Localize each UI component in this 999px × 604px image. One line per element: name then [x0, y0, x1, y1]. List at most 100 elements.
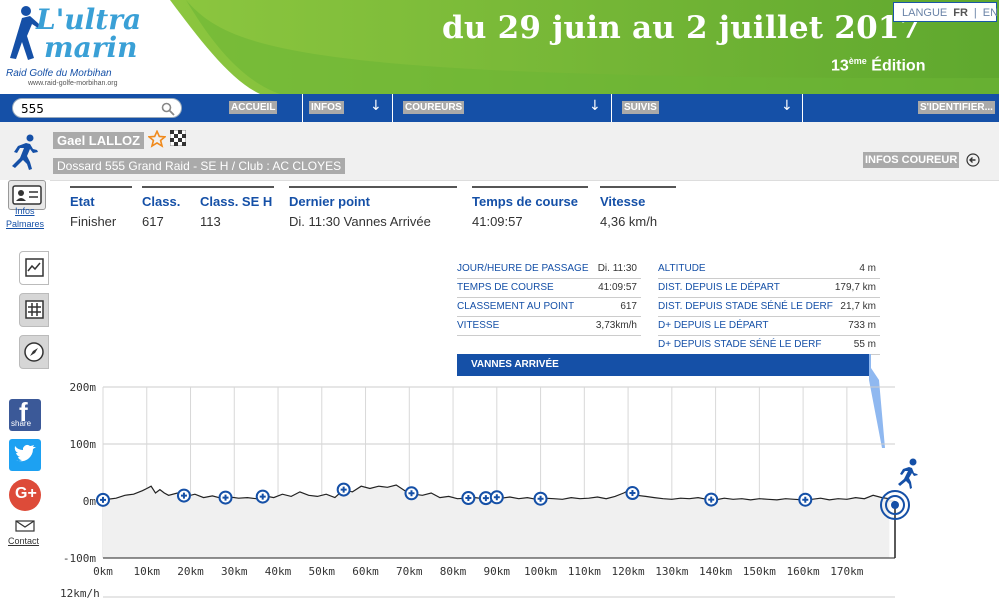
info-value: 733 m	[848, 320, 876, 331]
stat-rule	[70, 186, 132, 188]
checkpoint-plus-icon	[176, 488, 191, 503]
tab-profile[interactable]	[19, 251, 49, 285]
lang-fr-link[interactable]: FR	[953, 3, 968, 21]
stat-value: 41:09:57	[472, 214, 523, 229]
nav-divider	[802, 94, 803, 122]
y-tick-label: 200m	[70, 381, 97, 394]
sidebar-infos-link[interactable]: Infos	[15, 206, 35, 216]
infos-coureur-button[interactable]: INFOS COUREUR	[863, 152, 960, 168]
back-arrow-icon[interactable]	[966, 153, 980, 167]
stat-last-point: Dernier point Di. 11:30 Vannes Arrivée	[289, 186, 457, 229]
checkpoint-plus-icon	[404, 486, 419, 501]
stat-title: Class.	[142, 194, 181, 209]
stat-speed: Vitesse 4,36 km/h	[600, 186, 676, 229]
info-value: 21,7 km	[840, 301, 876, 312]
x-tick-label: 20km	[177, 565, 204, 578]
chevron-down-icon[interactable]: ↓	[370, 98, 382, 114]
info-value: 55 m	[853, 339, 876, 350]
runner-icon	[12, 134, 38, 170]
info-dist-previous: DIST. DEPUIS STADE SÉNÉ LE DERF 21,7 km	[658, 297, 880, 317]
language-switcher: LANGUE FR | EN	[893, 2, 998, 22]
favorite-star-icon[interactable]	[148, 130, 166, 148]
edition-label: 13ème Édition	[831, 56, 925, 75]
nav-divider	[611, 94, 612, 122]
x-tick-label: 150km	[743, 565, 776, 578]
main-nav: ACCUEIL INFOS ↓ COUREURS ↓ SUIVIS ↓ S'ID…	[0, 94, 999, 122]
grid-icon	[25, 300, 44, 319]
info-label: DIST. DEPUIS LE DÉPART	[658, 282, 780, 293]
info-label: CLASSEMENT AU POINT	[457, 301, 575, 312]
nav-infos[interactable]: INFOS	[309, 94, 344, 122]
chevron-down-icon[interactable]: ↓	[589, 98, 601, 114]
nav-coureurs[interactable]: COUREURS	[403, 94, 465, 122]
x-tick-label: 10km	[134, 565, 161, 578]
stat-rule	[472, 186, 588, 188]
stat-rule	[142, 186, 204, 188]
info-value: 3,73km/h	[595, 320, 637, 331]
sidebar-palmares-link[interactable]: Palmares	[6, 219, 44, 229]
chevron-down-icon[interactable]: ↓	[781, 98, 793, 114]
elevation-chart: 200m 100m 0m -100m 0km 10km 20km 30km 40km 50km 6…	[60, 381, 918, 600]
x-tick-label: 80km	[440, 565, 467, 578]
stat-value: Finisher	[70, 214, 117, 229]
nav-divider	[302, 94, 303, 122]
edition-number: 13	[831, 57, 849, 75]
info-rank-at-point: CLASSEMENT AU POINT 617	[457, 297, 641, 317]
logo-line2: marin	[44, 31, 138, 64]
info-label: VITESSE	[457, 320, 500, 331]
x-tick-label: 70km	[396, 565, 423, 578]
nav-accueil[interactable]: ACCUEIL	[229, 94, 278, 122]
finish-flag-icon	[170, 130, 186, 146]
nav-login[interactable]: S'IDENTIFIER...	[918, 94, 995, 122]
info-value: 617	[620, 301, 637, 312]
checkpoint-plus-icon	[255, 489, 270, 504]
nav-coureurs-label: COUREURS	[403, 101, 465, 114]
edition-word: Édition	[871, 57, 926, 75]
nav-divider	[392, 94, 393, 122]
stat-title: Dernier point	[289, 194, 370, 209]
info-label: D+ DEPUIS LE DÉPART	[658, 320, 769, 331]
current-point-banner: VANNES ARRIVÉE	[457, 354, 871, 376]
compass-icon	[24, 342, 44, 362]
info-dist-start: DIST. DEPUIS LE DÉPART 179,7 km	[658, 278, 880, 298]
stat-race-time: Temps de course 41:09:57	[472, 186, 588, 229]
event-banner: L'ultra marin Raid Golfe du Morbihan www…	[0, 0, 999, 94]
bib-search-box	[12, 98, 182, 118]
checkpoint-plus-icon	[96, 492, 110, 507]
search-icon[interactable]	[161, 102, 175, 116]
y-axis-labels: 200m 100m 0m -100m	[63, 381, 96, 565]
stat-value: 113	[200, 214, 221, 229]
y-tick-label: -100m	[63, 552, 96, 565]
stat-value: Di. 11:30 Vannes Arrivée	[289, 214, 431, 229]
stat-value: 617	[142, 214, 164, 229]
nav-suivis[interactable]: SUIVIS	[622, 94, 659, 122]
tab-grid[interactable]	[19, 293, 49, 327]
runner-name: Gael LALLOZ	[53, 132, 145, 149]
info-label: D+ DEPUIS STADE SÉNÉ LE DERF	[658, 339, 822, 350]
nav-login-label: S'IDENTIFIER...	[918, 101, 995, 114]
lang-en-link[interactable]: EN	[983, 3, 998, 21]
x-tick-label: 110km	[568, 565, 601, 578]
logo-line1: L'ultra	[36, 3, 142, 36]
checkpoint-plus-icon	[218, 490, 233, 505]
x-axis-labels: 0km 10km 20km 30km 40km 50km 60km 70km 80km 90km 1…	[93, 565, 864, 578]
stat-class-category: Class. SE H 113	[200, 186, 274, 229]
x-tick-label: 30km	[221, 565, 248, 578]
x-tick-label: 170km	[830, 565, 863, 578]
info-value: 4 m	[859, 263, 876, 274]
tab-compass[interactable]	[19, 335, 49, 369]
info-passage-time: JOUR/HEURE DE PASSAGE Di. 11:30	[457, 259, 641, 279]
speed-axis-label: 12km/h	[60, 587, 100, 600]
stat-etat: Etat Finisher	[70, 186, 132, 229]
x-tick-label: 160km	[787, 565, 820, 578]
logo-url: www.raid-golfe-morbihan.org	[28, 80, 118, 87]
y-tick-label: 0m	[83, 495, 97, 508]
info-label: ALTITUDE	[658, 263, 706, 274]
checkpoint-plus-icon	[625, 486, 640, 501]
info-value: Di. 11:30	[597, 263, 637, 274]
bib-search-input[interactable]	[19, 101, 153, 117]
stat-title: Vitesse	[600, 194, 646, 209]
chart-icon	[25, 258, 44, 277]
x-tick-label: 90km	[484, 565, 511, 578]
stat-class: Class. 617	[142, 186, 204, 229]
